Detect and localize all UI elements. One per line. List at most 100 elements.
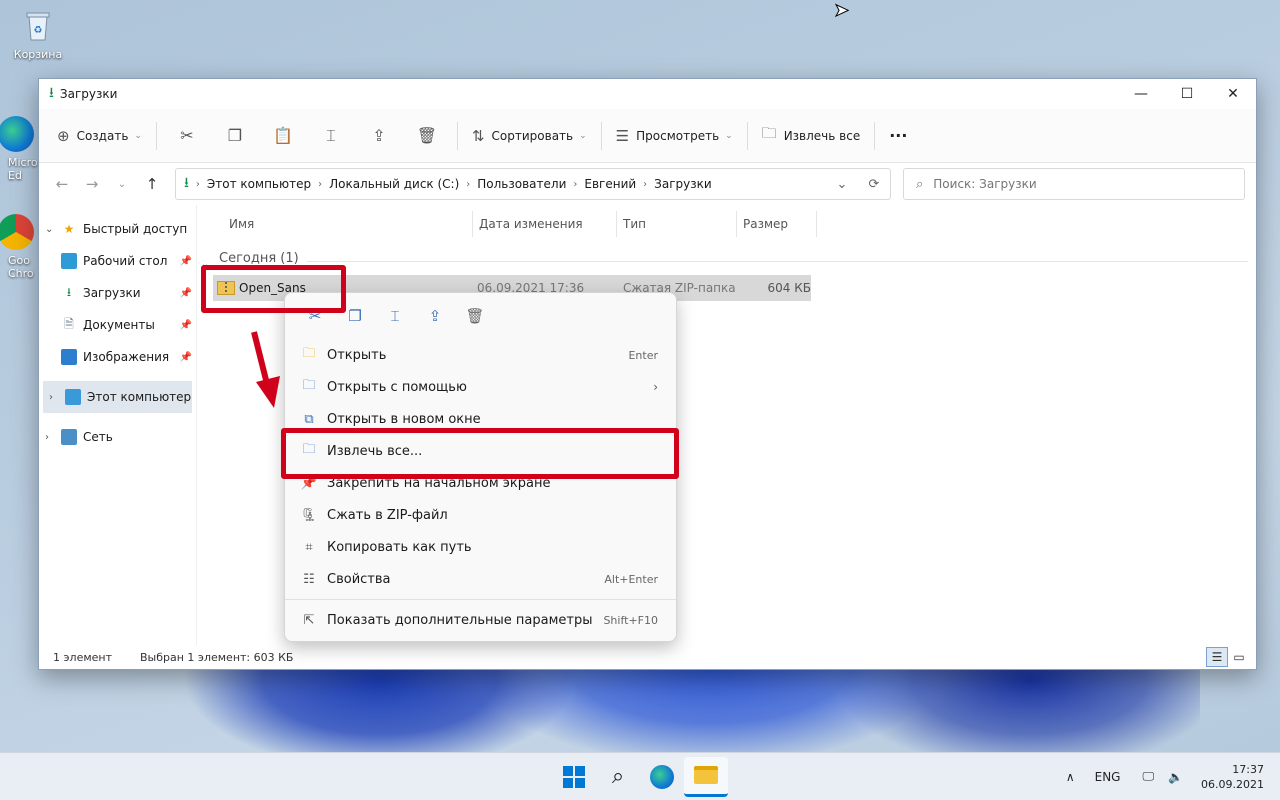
- chevron-up-icon[interactable]: ∧: [1066, 770, 1075, 784]
- sidebar-item-network[interactable]: › Сеть: [39, 421, 196, 453]
- minimize-button[interactable]: —: [1118, 79, 1164, 109]
- extract-all-button[interactable]: 🗀 Извлечь все: [754, 119, 869, 153]
- chevron-down-icon: ⌄: [134, 130, 142, 141]
- new-window-icon: ⧉: [304, 411, 314, 427]
- menu-item-compress-zip[interactable]: 🗜 Сжать в ZIP-файл: [285, 499, 676, 531]
- language-indicator[interactable]: ENG: [1095, 770, 1121, 784]
- cut-button[interactable]: ✂: [163, 119, 211, 153]
- address-bar[interactable]: ⭳ › Этот компьютер › Локальный диск (C:)…: [175, 168, 891, 200]
- delete-button[interactable]: 🗑: [403, 119, 451, 153]
- sidebar-item-documents[interactable]: 🗎 Документы 📌: [39, 309, 196, 341]
- share-icon: ⇪: [372, 126, 386, 145]
- recent-locations-button[interactable]: ⌄: [107, 169, 137, 199]
- folder-open-icon: 🗀: [302, 346, 316, 361]
- downloads-icon: ⭳: [184, 175, 189, 191]
- more-options-icon: ⇱: [303, 612, 315, 628]
- close-button[interactable]: ✕: [1210, 79, 1256, 109]
- menu-item-show-more-options[interactable]: ⇱ Показать дополнительные параметры Shif…: [285, 604, 676, 636]
- copy-button[interactable]: ❐: [211, 119, 259, 153]
- search-input[interactable]: [933, 177, 1224, 191]
- breadcrumb-users[interactable]: Пользователи: [477, 177, 566, 191]
- search-icon: ⌕: [916, 176, 924, 192]
- tiles-view-icon[interactable]: ▭: [1228, 647, 1250, 667]
- up-button[interactable]: ↑: [137, 169, 167, 199]
- search-box[interactable]: ⌕: [903, 168, 1245, 200]
- sidebar-item-label: Изображения: [83, 350, 170, 364]
- star-icon: ★: [63, 222, 75, 236]
- address-history-chevron-icon[interactable]: ⌄: [826, 177, 858, 192]
- recycle-bin-icon: ♻: [20, 8, 56, 44]
- sidebar-item-pictures[interactable]: Изображения 📌: [39, 341, 196, 373]
- volume-icon[interactable]: 🔈: [1168, 770, 1183, 784]
- chevron-right-icon[interactable]: ›: [49, 392, 65, 403]
- start-button[interactable]: [552, 757, 596, 797]
- chevron-right-icon: ›: [643, 178, 648, 190]
- sort-button[interactable]: ⇅ Сортировать ⌄: [464, 119, 595, 153]
- sidebar-item-this-pc[interactable]: › Этот компьютер: [43, 381, 192, 413]
- paste-icon: 📋: [272, 126, 293, 145]
- refresh-icon[interactable]: ⟳: [858, 177, 890, 192]
- chevron-down-icon: ⌄: [579, 130, 587, 141]
- group-header[interactable]: Сегодня (1): [219, 251, 299, 266]
- sidebar-item-downloads[interactable]: ⭳ Загрузки 📌: [39, 277, 196, 309]
- more-options-button[interactable]: ···: [881, 119, 915, 153]
- menu-item-open[interactable]: 🗀 Открыть Enter: [285, 339, 676, 371]
- rename-icon: ⌶: [326, 125, 336, 145]
- taskbar-explorer-button[interactable]: [684, 756, 728, 797]
- menu-item-open-with[interactable]: 🗀 Открыть с помощью ›: [285, 371, 676, 403]
- rename-button[interactable]: ⌶: [307, 119, 355, 153]
- maximize-button[interactable]: ☐: [1164, 79, 1210, 109]
- toolbar-divider: [874, 121, 876, 150]
- chevron-down-icon: ⌄: [117, 178, 127, 190]
- sidebar-item-quick-access[interactable]: ⌄ ★ Быстрый доступ: [39, 213, 196, 245]
- trash-icon[interactable]: 🗑: [455, 307, 495, 325]
- network-icon[interactable]: 🖵: [1142, 769, 1154, 784]
- toolbar-divider: [600, 121, 602, 150]
- details-view-icon[interactable]: ☰: [1206, 647, 1228, 667]
- share-icon[interactable]: ⇪: [415, 307, 455, 325]
- rename-icon[interactable]: ⌶: [375, 307, 415, 325]
- column-header-type[interactable]: Тип: [617, 211, 737, 237]
- forward-button[interactable]: →: [77, 169, 107, 199]
- chevron-right-icon[interactable]: ›: [45, 432, 61, 443]
- paste-button[interactable]: 📋: [259, 119, 307, 153]
- properties-icon: ☷: [303, 571, 315, 587]
- menu-item-copy-path[interactable]: ⌗ Копировать как путь: [285, 531, 676, 563]
- taskbar-edge-button[interactable]: [640, 757, 684, 797]
- pin-icon: 📌: [179, 287, 192, 299]
- sidebar-item-label: Рабочий стол: [83, 254, 168, 268]
- desktop-icon-label: Корзина: [13, 48, 63, 61]
- title-bar[interactable]: ⭳ Загрузки — ☐ ✕: [39, 79, 1256, 109]
- menu-divider: [285, 599, 676, 600]
- menu-item-label: Копировать как путь: [327, 539, 472, 555]
- menu-item-label: Открыть: [327, 347, 387, 363]
- search-button[interactable]: ⌕: [596, 757, 640, 797]
- column-header-size[interactable]: Размер: [737, 211, 817, 237]
- back-button[interactable]: ←: [47, 169, 77, 199]
- command-bar: ⊕ Создать ⌄ ✂ ❐ 📋 ⌶ ⇪ 🗑 ⇅ Сортировать ⌄ …: [39, 109, 1256, 163]
- system-tray: ∧ ENG 🖵 🔈 17:37 06.09.2021: [1052, 762, 1264, 792]
- sidebar-item-desktop[interactable]: Рабочий стол 📌: [39, 245, 196, 277]
- edge-icon: [0, 116, 34, 152]
- toolbar-divider: [155, 121, 157, 150]
- clock[interactable]: 17:37 06.09.2021: [1201, 762, 1264, 792]
- breadcrumb-this-pc[interactable]: Этот компьютер: [207, 177, 311, 191]
- column-header-name[interactable]: Имя: [197, 211, 473, 237]
- breadcrumb-user[interactable]: Евгений: [584, 177, 636, 191]
- selection-info: Выбран 1 элемент: 603 КБ: [140, 650, 294, 664]
- menu-item-properties[interactable]: ☷ Свойства Alt+Enter: [285, 563, 676, 595]
- create-label: Создать: [76, 128, 129, 143]
- arrow-up-icon: ↑: [145, 175, 159, 193]
- column-header-date[interactable]: Дата изменения: [473, 211, 617, 237]
- more-icon: ···: [889, 126, 908, 145]
- create-button[interactable]: ⊕ Создать ⌄: [49, 119, 150, 153]
- breadcrumb-local-disk[interactable]: Локальный диск (C:): [329, 177, 459, 191]
- menu-item-label: Сжать в ZIP-файл: [327, 507, 448, 523]
- view-button[interactable]: ☰ Просмотреть ⌄: [608, 119, 741, 153]
- extract-all-label: Извлечь все: [783, 128, 861, 143]
- pin-icon: 📌: [179, 319, 192, 331]
- breadcrumb-downloads[interactable]: Загрузки: [654, 177, 712, 191]
- desktop-icon-recycle-bin[interactable]: ♻ Корзина: [0, 8, 76, 61]
- chevron-down-icon[interactable]: ⌄: [45, 224, 61, 235]
- share-button[interactable]: ⇪: [355, 119, 403, 153]
